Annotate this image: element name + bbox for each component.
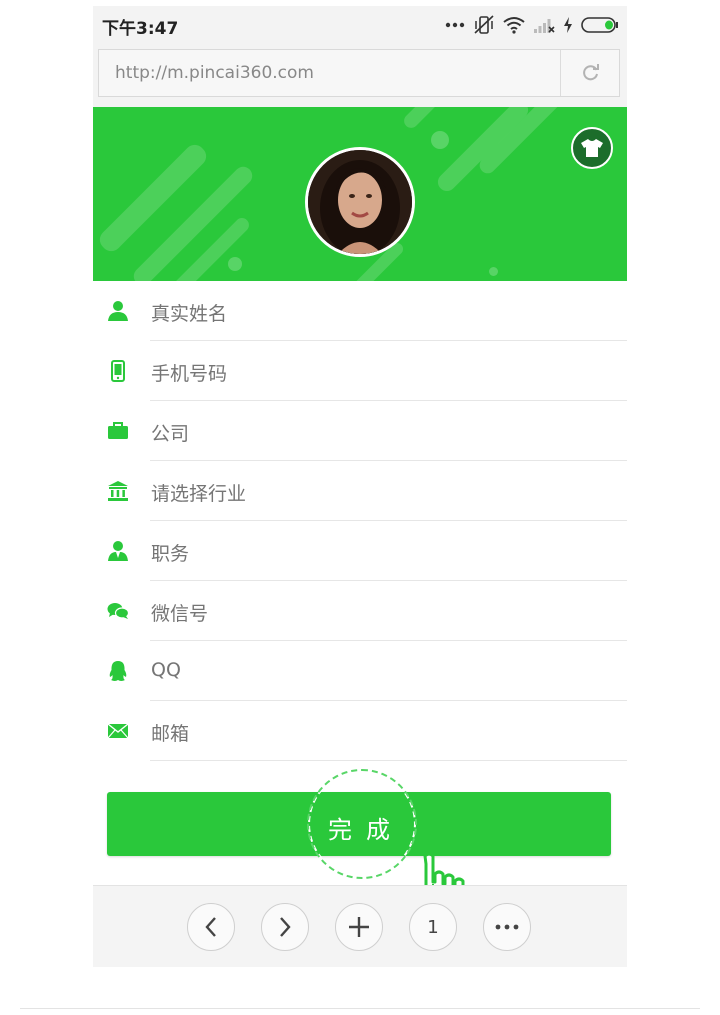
field-real-name[interactable]: 真实姓名 — [93, 281, 627, 341]
header-decoration — [401, 107, 475, 131]
profile-form: 真实姓名 手机号码 公司 请选择行业 职务 微信号 QQ 邮箱 — [93, 281, 627, 761]
signal-icon — [534, 19, 555, 33]
header-decoration — [228, 257, 242, 271]
field-mobile[interactable]: 手机号码 — [93, 341, 627, 401]
back-button[interactable] — [187, 903, 235, 951]
battery-icon — [581, 17, 618, 33]
chevron-right-icon — [280, 917, 291, 937]
field-placeholder: QQ — [151, 659, 181, 681]
chevron-left-icon — [205, 917, 216, 937]
field-wechat[interactable]: 微信号 — [93, 581, 627, 641]
field-industry[interactable]: 请选择行业 — [93, 461, 627, 521]
briefcase-icon — [107, 420, 129, 442]
refresh-icon[interactable] — [581, 63, 601, 83]
person-tie-icon — [107, 540, 129, 562]
tabs-button[interactable]: 1 — [409, 903, 457, 951]
browser-bottom-nav: 1 — [93, 885, 627, 967]
tab-count: 1 — [427, 916, 439, 938]
address-bar[interactable]: http://m.pincai360.com — [98, 49, 620, 97]
status-time: 下午3:47 — [102, 19, 179, 39]
field-placeholder: 请选择行业 — [151, 483, 247, 505]
field-placeholder: 公司 — [151, 423, 190, 445]
field-placeholder: 邮箱 — [151, 723, 190, 745]
tshirt-icon — [581, 139, 603, 157]
phone-screen: 下午3:47 http://m.pincai360.com 真实姓名 手机号码 … — [93, 6, 627, 967]
field-placeholder: 真实姓名 — [151, 303, 228, 325]
field-placeholder: 手机号码 — [151, 363, 228, 385]
envelope-icon — [107, 720, 129, 742]
status-bar: 下午3:47 — [93, 6, 627, 44]
field-position[interactable]: 职务 — [93, 521, 627, 581]
mobile-phone-icon — [107, 360, 129, 382]
field-placeholder: 微信号 — [151, 603, 209, 625]
new-tab-button[interactable] — [335, 903, 383, 951]
more-dots-icon — [495, 924, 519, 930]
forward-button[interactable] — [261, 903, 309, 951]
person-icon — [107, 300, 129, 322]
avatar-photo — [308, 150, 412, 254]
field-divider — [150, 760, 627, 761]
header-decoration — [489, 267, 498, 276]
charging-bolt-icon — [564, 17, 572, 33]
header-decoration — [431, 131, 449, 149]
page-divider — [20, 1008, 700, 1009]
browser-toolbar: http://m.pincai360.com — [93, 44, 627, 108]
more-dots-icon — [445, 22, 465, 28]
url-text[interactable]: http://m.pincai360.com — [115, 63, 314, 83]
avatar[interactable] — [305, 147, 415, 257]
wechat-icon — [107, 600, 129, 622]
profile-header — [93, 107, 627, 281]
field-email[interactable]: 邮箱 — [93, 701, 627, 761]
vibrate-off-icon — [474, 15, 494, 34]
tap-ripple-outline — [307, 769, 417, 879]
field-placeholder: 职务 — [151, 543, 190, 565]
theme-shirt-button[interactable] — [571, 127, 613, 169]
menu-button[interactable] — [483, 903, 531, 951]
wifi-icon — [503, 17, 525, 34]
status-icons — [445, 14, 619, 36]
bank-icon — [107, 480, 129, 502]
field-qq[interactable]: QQ — [93, 641, 627, 701]
header-decoration — [434, 107, 532, 195]
field-company[interactable]: 公司 — [93, 401, 627, 461]
qq-penguin-icon — [107, 660, 129, 682]
address-divider — [560, 50, 561, 96]
plus-icon — [349, 917, 369, 937]
